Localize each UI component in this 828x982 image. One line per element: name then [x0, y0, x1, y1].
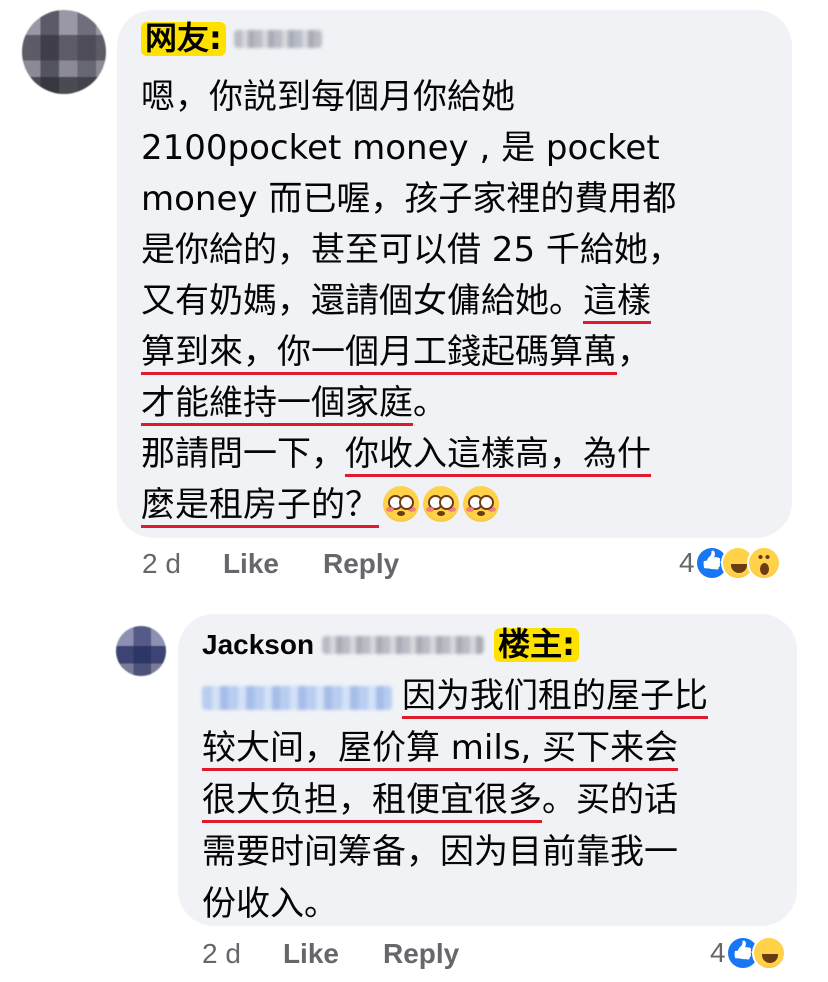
- text-segment: 又有奶媽，還請個女傭給她。: [141, 281, 583, 321]
- text-line: 嗯，你説到每個月你給她: [141, 72, 682, 123]
- text-segment: 嗯，你説到每個月你給她: [141, 77, 515, 117]
- underlined-text: 你收入這樣高，為什: [345, 434, 651, 477]
- reaction-summary[interactable]: 4: [710, 936, 786, 970]
- flushed-face-emoji: [423, 486, 459, 522]
- text-line: 那請問一下，你收入這樣高，為什: [141, 429, 682, 480]
- blurred-mention-tag[interactable]: [202, 685, 392, 710]
- underlined-text: 很大负担，租便宜很多: [202, 780, 542, 823]
- text-segment: 那請問一下，: [141, 434, 345, 474]
- wow-reaction-icon: [746, 546, 781, 580]
- text-segment: 份收入。: [202, 884, 338, 924]
- underlined-text: 较大间，屋价算 mils, 买下来会: [202, 728, 679, 771]
- text-line: 很大负担，租便宜很多。买的话: [202, 774, 708, 826]
- text-line: 麼是租房子的？: [141, 480, 682, 531]
- text-segment: 2100pocket money , 是 pocket: [141, 128, 660, 168]
- reply-bubble: Jackson 楼主: 因为我们租的屋子比较大间，屋价算 mils, 买下来会很…: [178, 614, 797, 926]
- text-line: 份收入。: [202, 878, 708, 930]
- text-line: 又有奶媽，還請個女傭給她。這樣: [141, 276, 682, 327]
- reply-button[interactable]: Reply: [383, 938, 459, 970]
- underlined-text: 算到來，你一個月工錢起碼算萬: [141, 332, 617, 375]
- underlined-text: 因为我们租的屋子比: [402, 676, 708, 719]
- text-line: 才能維持一個家庭。: [141, 378, 682, 429]
- comment-actions: 2 d Like Reply: [142, 548, 399, 580]
- text-segment: 。买的话: [542, 780, 678, 820]
- comment-timestamp[interactable]: 2 d: [142, 548, 181, 580]
- flushed-face-emoji: [463, 486, 499, 522]
- comment-text: 嗯，你説到每個月你給她 2100pocket money , 是 pocket mo…: [141, 72, 682, 531]
- underlined-text: 麼是租房子的？: [141, 485, 379, 528]
- op-tag: 楼主:: [494, 627, 579, 662]
- text-line: 较大间，屋价算 mils, 买下来会: [202, 722, 708, 774]
- text-segment: ，: [617, 332, 651, 372]
- text-segment: 。: [413, 383, 447, 423]
- text-line: 是你給的，甚至可以借 25 千給她，: [141, 225, 682, 276]
- text-line: 算到來，你一個月工錢起碼算萬，: [141, 327, 682, 378]
- reply-author-avatar[interactable]: [116, 626, 166, 676]
- text-segment: 是你給的，甚至可以借 25 千給她，: [141, 230, 682, 270]
- like-button[interactable]: Like: [223, 548, 279, 580]
- underlined-text: 這樣: [583, 281, 651, 324]
- text-segment: 需要时间筹备，因为目前靠我一: [202, 832, 678, 872]
- reply-author-name[interactable]: Jackson: [202, 629, 314, 661]
- reply-header: Jackson 楼主:: [202, 627, 579, 662]
- commenter-avatar[interactable]: [22, 10, 106, 94]
- text-line: 需要时间筹备，因为目前靠我一: [202, 826, 708, 878]
- text-line: money 而已喔，孩子家裡的費用都: [141, 174, 682, 225]
- blurred-commenter-name[interactable]: [233, 29, 322, 48]
- blurred-author-surname[interactable]: [322, 635, 485, 654]
- reaction-count: 4: [710, 937, 726, 968]
- reaction-summary[interactable]: 4: [679, 546, 781, 580]
- underlined-text: 才能維持一個家庭: [141, 383, 413, 426]
- haha-reaction-icon: [751, 936, 786, 970]
- reaction-count: 4: [679, 547, 695, 578]
- reply-text: 因为我们租的屋子比较大间，屋价算 mils, 买下来会 很大负担，租便宜很多。买的…: [202, 670, 708, 930]
- netizen-tag: 网友:: [141, 21, 226, 56]
- text-segment: money 而已喔，孩子家裡的費用都: [141, 179, 677, 219]
- text-line: 2100pocket money , 是 pocket: [141, 123, 682, 174]
- reply-timestamp[interactable]: 2 d: [202, 938, 241, 970]
- comment-bubble: 网友: 嗯，你説到每個月你給她 2100pocket money , 是 pock…: [117, 10, 792, 538]
- text-line: 因为我们租的屋子比: [202, 670, 708, 722]
- flushed-face-emoji: [383, 486, 419, 522]
- like-button[interactable]: Like: [283, 938, 339, 970]
- reply-actions: 2 d Like Reply: [202, 938, 459, 970]
- comment-header: 网友:: [141, 21, 322, 56]
- reply-button[interactable]: Reply: [323, 548, 399, 580]
